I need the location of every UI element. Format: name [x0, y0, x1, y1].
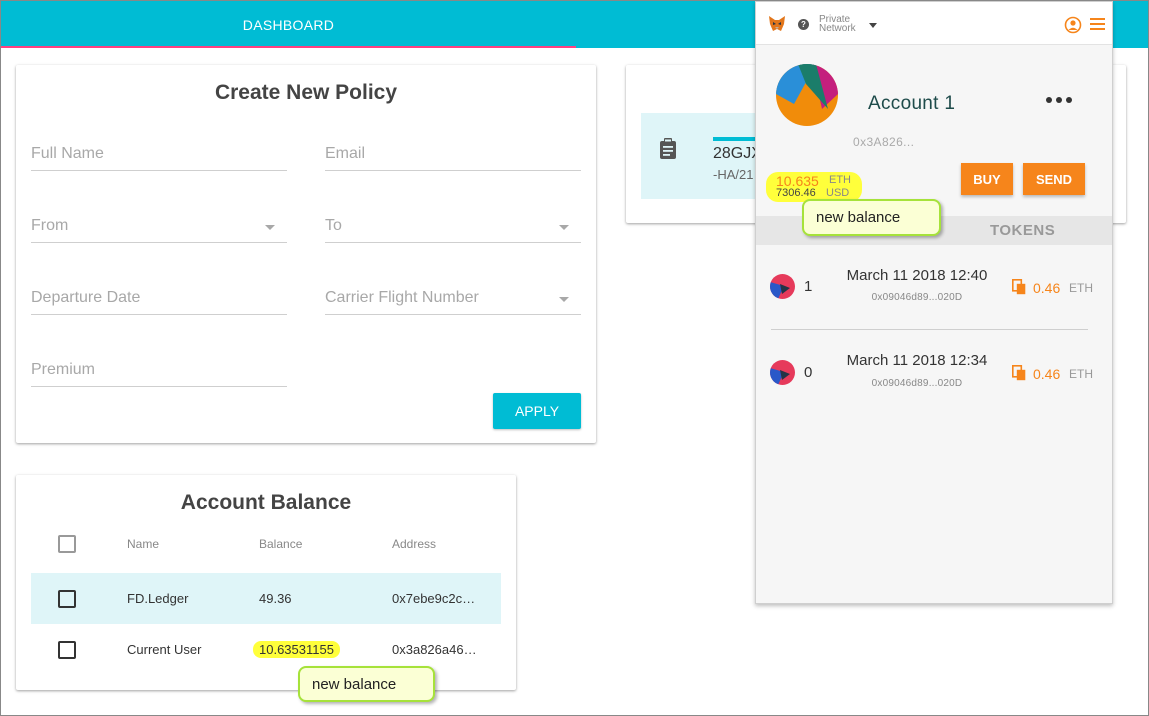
network-selector[interactable]: Private Network	[819, 15, 856, 34]
transaction-nonce: 1	[804, 278, 813, 295]
transaction-hash: 0x09046d89...020D	[871, 378, 963, 389]
account-balance-title: Account Balance	[180, 491, 352, 514]
apply-button[interactable]: APPLY	[493, 393, 581, 429]
transaction-unit: ETH	[1069, 367, 1093, 381]
transaction-nonce: 0	[804, 364, 813, 381]
network-label-line2: Network	[819, 23, 856, 34]
cell-name: FD.Ledger	[127, 591, 189, 606]
premium-placeholder: Premium	[31, 361, 96, 378]
metamask-header: ? Private Network	[756, 2, 1112, 45]
chevron-down-icon	[559, 225, 569, 230]
transaction-unit: ETH	[1069, 281, 1093, 295]
metamask-fox-icon	[769, 16, 785, 31]
cell-balance: 49.36	[259, 591, 292, 606]
transaction-hash: 0x09046d89...020D	[871, 292, 963, 303]
chevron-down-icon	[559, 297, 569, 302]
transaction-identicon	[770, 360, 795, 385]
callout-new-balance-metamask: new balance	[802, 199, 941, 236]
to-select[interactable]: To	[325, 213, 581, 243]
full-name-placeholder: Full Name	[31, 145, 104, 162]
carrier-flight-number-select[interactable]: Carrier Flight Number	[325, 285, 581, 315]
eth-unit: ETH	[829, 174, 851, 186]
carrier-flight-number-placeholder: Carrier Flight Number	[325, 289, 479, 306]
buy-button[interactable]: BUY	[961, 163, 1013, 195]
usd-unit: USD	[826, 187, 850, 199]
cell-balance-highlighted: 10.63531155	[253, 641, 340, 658]
usd-balance: 7306.46	[776, 187, 816, 199]
transaction-date: March 11 2018 12:34	[846, 352, 988, 369]
departure-date-field[interactable]: Departure Date	[31, 285, 287, 315]
email-field[interactable]: Email	[325, 141, 581, 171]
column-header-name: Name	[127, 537, 160, 551]
to-placeholder: To	[325, 217, 342, 234]
tab-dashboard[interactable]: DASHBOARD	[1, 1, 576, 48]
from-placeholder: From	[31, 217, 69, 234]
send-button[interactable]: SEND	[1023, 163, 1085, 195]
create-policy-card: Create New Policy Full Name Email From T…	[16, 65, 596, 443]
row-checkbox[interactable]	[58, 641, 76, 659]
cell-name: Current User	[127, 642, 202, 657]
account-balance-card: Account Balance Name Balance Address FD.…	[16, 475, 516, 690]
account-switch-icon[interactable]	[1064, 16, 1082, 34]
transaction-divider	[771, 329, 1088, 330]
help-icon[interactable]: ?	[798, 19, 809, 30]
transaction-amount: 0.46	[1033, 280, 1061, 296]
premium-field[interactable]: Premium	[31, 357, 287, 387]
account-address[interactable]: 0x3A826...	[853, 135, 914, 149]
transaction-item[interactable]: 1 March 11 2018 12:40 0x09046d89...020D …	[756, 252, 1112, 322]
policy-subtitle: -HA/21	[713, 167, 754, 182]
row-checkbox[interactable]	[58, 590, 76, 608]
transaction-amount: 0.46	[1033, 366, 1061, 382]
active-tab-indicator	[1, 46, 576, 48]
select-all-checkbox[interactable]	[58, 535, 76, 553]
transaction-date: March 11 2018 12:40	[846, 267, 988, 284]
copy-icon[interactable]	[1012, 365, 1026, 381]
transaction-item[interactable]: 0 March 11 2018 12:34 0x09046d89...020D …	[756, 338, 1112, 408]
column-header-balance: Balance	[259, 537, 303, 551]
from-select[interactable]: From	[31, 213, 287, 243]
clipboard-icon	[660, 138, 676, 159]
balance-highlight: 10.63531155	[253, 641, 340, 658]
copy-icon[interactable]	[1012, 279, 1026, 295]
tab-tokens[interactable]: TOKENS	[990, 222, 1055, 239]
chevron-down-icon[interactable]	[869, 23, 877, 28]
cell-address: 0x3a826a46…	[392, 642, 477, 657]
account-name: Account 1	[868, 93, 956, 114]
account-identicon	[776, 64, 838, 126]
more-options-icon[interactable]	[1046, 97, 1072, 105]
departure-date-placeholder: Departure Date	[31, 289, 141, 306]
email-placeholder: Email	[325, 145, 366, 162]
cell-address: 0x7ebe9c2c…	[392, 591, 476, 606]
callout-new-balance-table: new balance	[298, 666, 435, 702]
chevron-down-icon	[265, 225, 275, 230]
full-name-field[interactable]: Full Name	[31, 141, 287, 171]
metamask-popup: ? Private Network Account 1 0x3A826... 1…	[755, 1, 1113, 604]
hamburger-menu-icon[interactable]	[1090, 18, 1105, 31]
create-policy-title: Create New Policy	[214, 81, 398, 104]
transaction-identicon	[770, 274, 795, 299]
column-header-address: Address	[392, 537, 437, 551]
